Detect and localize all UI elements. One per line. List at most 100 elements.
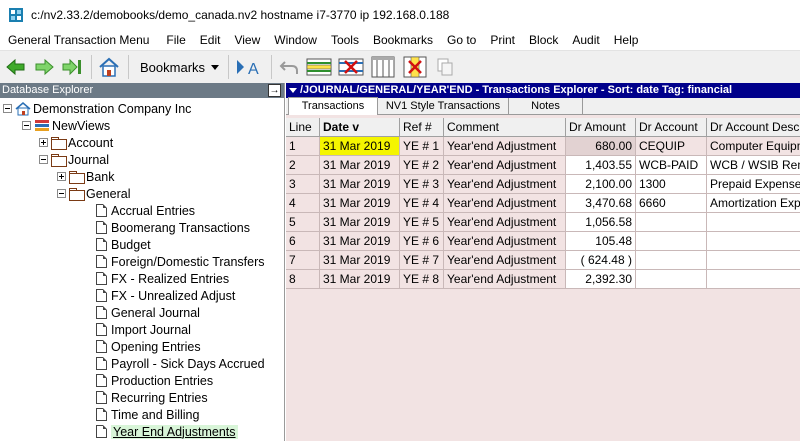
menu-general-transaction[interactable]: General Transaction Menu	[0, 30, 159, 50]
cell-ref[interactable]: YE # 5	[400, 213, 444, 232]
cell-date[interactable]: 31 Mar 2019	[320, 232, 400, 251]
collapse-icon[interactable]	[3, 104, 12, 113]
cell-dr-account[interactable]: CEQUIP	[636, 137, 707, 156]
table-row[interactable]: 3 31 Mar 2019 YE # 3 Year'end Adjustment…	[286, 175, 800, 194]
cell-dr-amount[interactable]: 2,392.30	[566, 270, 636, 289]
cell-ref[interactable]: YE # 1	[400, 137, 444, 156]
tree-node-general-journal[interactable]: General Journal	[96, 304, 200, 321]
tree-node-import-journal[interactable]: Import Journal	[96, 321, 191, 338]
cell-line[interactable]: 7	[286, 251, 320, 270]
cell-comment[interactable]: Year'end Adjustment	[444, 270, 566, 289]
tree-node-time-billing[interactable]: Time and Billing	[96, 406, 199, 423]
cell-dr-account-desc[interactable]: Amortization Expense	[707, 194, 800, 213]
tab-nv1-style[interactable]: NV1 Style Transactions	[377, 97, 509, 114]
dropdown-arrow-icon[interactable]	[289, 88, 297, 93]
cell-line[interactable]: 5	[286, 213, 320, 232]
cell-date[interactable]: 31 Mar 2019	[320, 251, 400, 270]
tree-node-account[interactable]: Account	[39, 134, 113, 151]
column-header-comment[interactable]: Comment	[444, 118, 566, 137]
cell-dr-amount[interactable]: 3,470.68	[566, 194, 636, 213]
cell-dr-account[interactable]	[636, 251, 707, 270]
table-row[interactable]: 5 31 Mar 2019 YE # 5 Year'end Adjustment…	[286, 213, 800, 232]
table-row[interactable]: 4 31 Mar 2019 YE # 4 Year'end Adjustment…	[286, 194, 800, 213]
menu-audit[interactable]: Audit	[565, 30, 606, 50]
menu-bookmarks[interactable]: Bookmarks	[366, 30, 440, 50]
cell-dr-amount[interactable]: 2,100.00	[566, 175, 636, 194]
copy-icon[interactable]	[433, 55, 457, 79]
cell-dr-amount[interactable]: 680.00	[566, 137, 636, 156]
cell-dr-account-desc[interactable]	[707, 270, 800, 289]
pointer-a-icon[interactable]: A	[234, 55, 264, 79]
tree-node-year-end[interactable]: Year End Adjustments	[96, 423, 238, 440]
menu-go-to[interactable]: Go to	[440, 30, 483, 50]
cell-dr-account[interactable]	[636, 232, 707, 251]
delete-column-icon[interactable]	[401, 55, 429, 79]
tree-node-accrual[interactable]: Accrual Entries	[96, 202, 195, 219]
column-header-date[interactable]: Date v	[320, 118, 400, 137]
cell-ref[interactable]: YE # 8	[400, 270, 444, 289]
tree-node-recurring[interactable]: Recurring Entries	[96, 389, 208, 406]
column-header-line[interactable]: Line	[286, 118, 320, 137]
table-row[interactable]: 6 31 Mar 2019 YE # 6 Year'end Adjustment…	[286, 232, 800, 251]
menu-tools[interactable]: Tools	[324, 30, 366, 50]
collapse-icon[interactable]	[39, 155, 48, 164]
tree-node-budget[interactable]: Budget	[96, 236, 151, 253]
forward-arrow-icon[interactable]	[32, 55, 56, 79]
cell-comment[interactable]: Year'end Adjustment	[444, 194, 566, 213]
tab-notes[interactable]: Notes	[508, 97, 583, 114]
cell-date[interactable]: 31 Mar 2019	[320, 175, 400, 194]
tree-node-company[interactable]: Demonstration Company Inc	[3, 100, 191, 117]
cell-dr-account[interactable]: 1300	[636, 175, 707, 194]
cell-comment[interactable]: Year'end Adjustment	[444, 213, 566, 232]
cell-ref[interactable]: YE # 3	[400, 175, 444, 194]
cell-line[interactable]: 1	[286, 137, 320, 156]
forward-end-icon[interactable]	[60, 55, 84, 79]
cell-date[interactable]: 31 Mar 2019	[320, 270, 400, 289]
cell-ref[interactable]: YE # 2	[400, 156, 444, 175]
cell-date[interactable]: 31 Mar 2019	[320, 137, 400, 156]
menu-file[interactable]: File	[159, 30, 192, 50]
column-header-dr-account[interactable]: Dr Account	[636, 118, 707, 137]
cell-line[interactable]: 4	[286, 194, 320, 213]
cell-dr-account[interactable]: 6660	[636, 194, 707, 213]
insert-row-icon[interactable]	[305, 55, 333, 79]
tree-node-journal[interactable]: Journal	[39, 151, 109, 168]
tree-node-fx-unrealized[interactable]: FX - Unrealized Adjust	[96, 287, 235, 304]
undo-icon[interactable]	[277, 55, 301, 79]
home-icon[interactable]	[97, 55, 121, 79]
cell-dr-account-desc[interactable]: WCB / WSIB Remittance	[707, 156, 800, 175]
cell-date[interactable]: 31 Mar 2019	[320, 213, 400, 232]
tree-node-payroll[interactable]: Payroll - Sick Days Accrued	[96, 355, 265, 372]
table-row[interactable]: 1 31 Mar 2019 YE # 1 Year'end Adjustment…	[286, 137, 800, 156]
cell-dr-account-desc[interactable]	[707, 213, 800, 232]
cell-comment[interactable]: Year'end Adjustment	[444, 156, 566, 175]
cell-comment[interactable]: Year'end Adjustment	[444, 251, 566, 270]
column-header-ref[interactable]: Ref #	[400, 118, 444, 137]
cell-comment[interactable]: Year'end Adjustment	[444, 137, 566, 156]
cell-dr-amount[interactable]: 1,403.55	[566, 156, 636, 175]
cell-comment[interactable]: Year'end Adjustment	[444, 232, 566, 251]
cell-date[interactable]: 31 Mar 2019	[320, 194, 400, 213]
menu-view[interactable]: View	[227, 30, 267, 50]
menu-window[interactable]: Window	[267, 30, 324, 50]
tree-node-general[interactable]: General	[57, 185, 130, 202]
cell-ref[interactable]: YE # 4	[400, 194, 444, 213]
cell-date[interactable]: 31 Mar 2019	[320, 156, 400, 175]
collapse-icon[interactable]	[22, 121, 31, 130]
cell-ref[interactable]: YE # 7	[400, 251, 444, 270]
tree-node-foreign[interactable]: Foreign/Domestic Transfers	[96, 253, 265, 270]
tree-node-boomerang[interactable]: Boomerang Transactions	[96, 219, 250, 236]
table-row[interactable]: 7 31 Mar 2019 YE # 7 Year'end Adjustment…	[286, 251, 800, 270]
cell-dr-account-desc[interactable]	[707, 232, 800, 251]
cell-comment[interactable]: Year'end Adjustment	[444, 175, 566, 194]
bookmarks-dropdown[interactable]: Bookmarks	[134, 55, 225, 79]
table-row[interactable]: 2 31 Mar 2019 YE # 2 Year'end Adjustment…	[286, 156, 800, 175]
cell-dr-account-desc[interactable]: Computer Equipment	[707, 137, 800, 156]
tree-node-fx-realized[interactable]: FX - Realized Entries	[96, 270, 229, 287]
cell-ref[interactable]: YE # 6	[400, 232, 444, 251]
collapse-icon[interactable]	[57, 189, 66, 198]
cell-dr-amount[interactable]: 1,056.58	[566, 213, 636, 232]
cell-dr-account[interactable]	[636, 270, 707, 289]
cell-dr-account[interactable]: WCB-PAID	[636, 156, 707, 175]
cell-dr-account[interactable]	[636, 213, 707, 232]
